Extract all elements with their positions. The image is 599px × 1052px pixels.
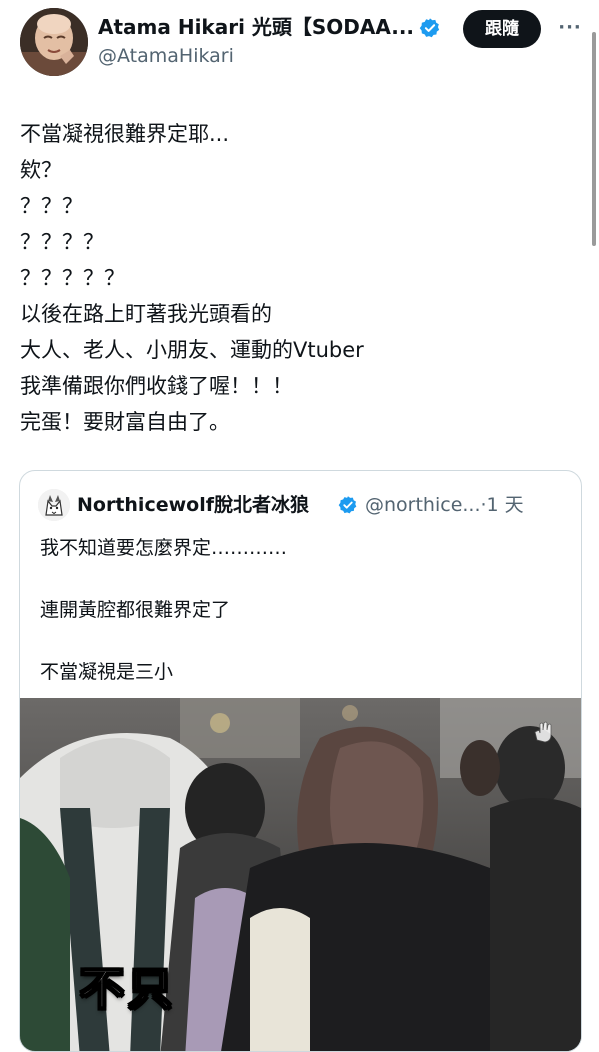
tweet-text-line: 欸？ bbox=[20, 158, 62, 182]
tweet-text-line: ？？？？？ bbox=[20, 266, 125, 290]
hand-watermark-icon bbox=[534, 721, 552, 743]
wolf-avatar-icon bbox=[38, 489, 70, 521]
bald-character-avatar-icon bbox=[20, 8, 88, 76]
tweet-text-line: ？？？？ bbox=[20, 230, 104, 254]
verified-badge-icon bbox=[419, 18, 440, 38]
author-handle[interactable]: @AtamaHikari bbox=[98, 44, 234, 68]
quote-text: 我不知道要怎麼界定………… 連開黃腔都很難界定了 不當凝視是三小 bbox=[40, 533, 570, 688]
quote-text-line bbox=[40, 626, 570, 657]
tweet-text-line: 完蛋！要財富自由了。 bbox=[20, 410, 230, 434]
quote-media-image[interactable]: 不只 bbox=[20, 698, 581, 1051]
quote-text-line: 我不知道要怎麼界定………… bbox=[40, 537, 288, 559]
tweet-text-line: 我準備跟你們收錢了喔！！！ bbox=[20, 374, 293, 398]
quote-text-line bbox=[40, 564, 570, 595]
tweet-text-line: ？？？ bbox=[20, 194, 83, 218]
author-avatar[interactable] bbox=[20, 8, 88, 76]
tweet-text-line: 以後在路上盯著我光頭看的 bbox=[20, 302, 272, 326]
more-options-icon[interactable]: ··· bbox=[555, 10, 585, 46]
quote-author-display-name[interactable]: Northicewolf脫北者冰狼 bbox=[77, 492, 309, 518]
tweet-header: Atama Hikari 光頭【SODAA... @AtamaHikari 跟隨… bbox=[0, 0, 599, 84]
quote-author-handle-time[interactable]: @northice...·1 天 bbox=[365, 492, 524, 518]
verified-badge-icon bbox=[338, 496, 357, 514]
video-subtitle: 不只 bbox=[79, 963, 176, 1016]
follow-button[interactable]: 跟隨 bbox=[463, 10, 541, 48]
quote-text-line: 不當凝視是三小 bbox=[40, 661, 174, 683]
tweet-text-line: 大人、老人、小朋友、運動的Vtuber bbox=[20, 338, 364, 362]
quoted-tweet[interactable]: Northicewolf脫北者冰狼 @northice...·1 天 我不知道要… bbox=[19, 470, 582, 1052]
quote-author-avatar[interactable] bbox=[38, 489, 70, 521]
tweet-text: 不當凝視很難界定耶... 欸？ ？？？ ？？？？ ？？？？？ 以後在路上盯著我光… bbox=[20, 116, 580, 440]
author-display-name[interactable]: Atama Hikari 光頭【SODAA... bbox=[98, 14, 416, 40]
tweet-text-line: 不當凝視很難界定耶... bbox=[20, 122, 230, 146]
quote-text-line: 連開黃腔都很難界定了 bbox=[40, 599, 231, 621]
